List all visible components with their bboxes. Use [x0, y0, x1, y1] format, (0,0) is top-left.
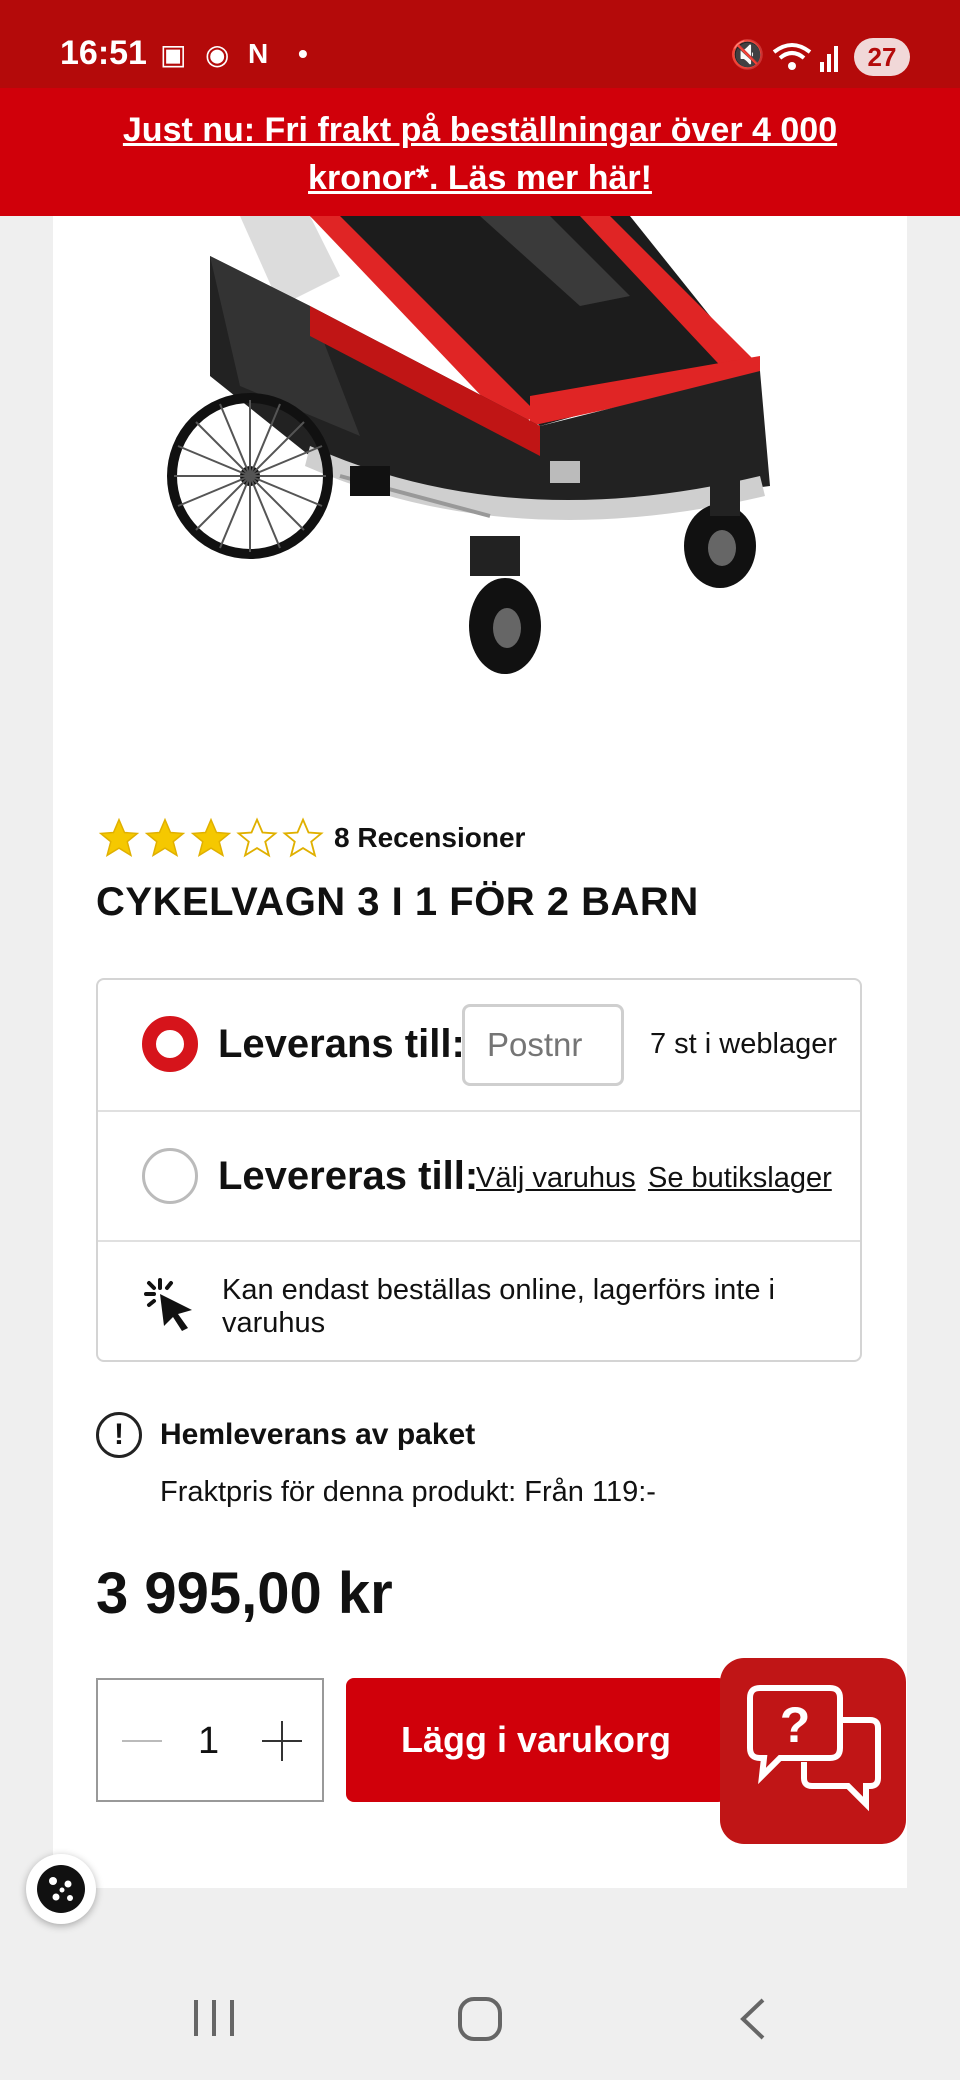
store-delivery-label: Levereras till: [218, 1154, 479, 1198]
cookie-settings-button[interactable] [26, 1854, 96, 1924]
notification-badge: 27 [854, 38, 910, 76]
product-price: 3 995,00 kr [96, 1561, 393, 1626]
delivery-options: Leverans till: 7 st i weblager Levereras… [96, 978, 862, 1362]
quantity-stepper: 1 [96, 1678, 324, 1802]
netflix-icon: N [248, 38, 269, 69]
reviews-link[interactable]: 8 Recensioner [334, 822, 525, 854]
store-delivery-row[interactable]: Levereras till: Välj varuhus Se butiksla… [98, 1112, 860, 1242]
back-icon[interactable] [735, 1996, 771, 2042]
decrease-quantity-button[interactable] [122, 1740, 162, 1742]
product-image[interactable] [110, 216, 830, 716]
add-to-cart-button[interactable]: Lägg i varukorg [346, 1678, 726, 1802]
screenshot-icon: ▣ [160, 39, 187, 70]
system-nav-bar [0, 1960, 960, 2080]
home-delivery-label: Leverans till: [218, 1022, 465, 1066]
cookie-icon [37, 1865, 85, 1913]
store-stock-link[interactable]: Se butikslager [648, 1162, 832, 1195]
choose-store-link[interactable]: Välj varuhus [476, 1162, 636, 1195]
mute-icon: 🔇 [730, 39, 765, 70]
rating-stars [96, 816, 326, 860]
store-delivery-radio[interactable] [142, 1148, 198, 1204]
home-shipping-title: Hemleverans av paket [160, 1418, 476, 1451]
online-only-note: Kan endast beställas online, lagerförs i… [222, 1274, 775, 1339]
status-time: 16:51 [60, 34, 147, 72]
home-icon[interactable] [455, 1994, 505, 2044]
star-empty-icon [236, 817, 278, 858]
wifi-signal-icon [772, 43, 838, 72]
messenger-icon: ◉ [205, 39, 230, 70]
cursor-click-icon [144, 1278, 192, 1331]
star-filled-icon [190, 817, 232, 858]
online-only-row: Kan endast beställas online, lagerförs i… [98, 1242, 860, 1360]
promo-banner[interactable]: Just nu: Fri frakt på beställningar över… [0, 88, 960, 216]
svg-text:?: ? [780, 1697, 811, 1753]
plus-icon [281, 1721, 283, 1761]
dot-icon: • [298, 38, 308, 69]
promo-banner-link[interactable]: Just nu: Fri frakt på beställningar över… [60, 106, 900, 202]
chat-question-icon: ? [747, 1685, 881, 1812]
status-bar: 16:51 ▣ ◉ N • 🔇 27 [0, 0, 960, 88]
home-delivery-radio[interactable] [142, 1016, 198, 1072]
home-shipping-text: Fraktpris för denna produkt: Från 119:- [160, 1476, 656, 1508]
chat-help-button[interactable]: ? [720, 1658, 906, 1844]
star-filled-icon [144, 817, 186, 858]
postnr-input[interactable] [462, 1004, 624, 1086]
web-stock-text: 7 st i weblager [650, 1028, 837, 1060]
product-title: CYKELVAGN 3 I 1 FÖR 2 BARN [96, 880, 699, 924]
recent-apps-icon[interactable] [190, 1996, 240, 2040]
info-alert-icon: ! [96, 1412, 142, 1458]
quantity-value[interactable]: 1 [198, 1720, 219, 1763]
star-filled-icon [98, 817, 140, 858]
star-empty-icon [282, 817, 324, 858]
home-delivery-row[interactable]: Leverans till: 7 st i weblager [98, 980, 860, 1112]
